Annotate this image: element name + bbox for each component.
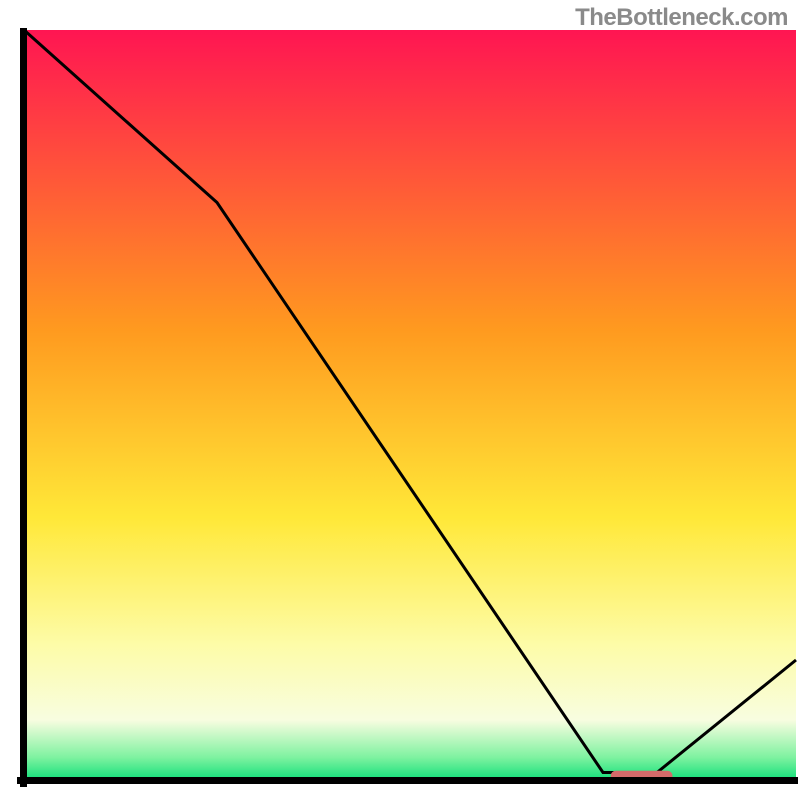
bottleneck-chart — [0, 0, 800, 800]
plot-background — [24, 30, 796, 780]
chart-container: TheBottleneck.com — [0, 0, 800, 800]
watermark-text: TheBottleneck.com — [575, 4, 788, 32]
